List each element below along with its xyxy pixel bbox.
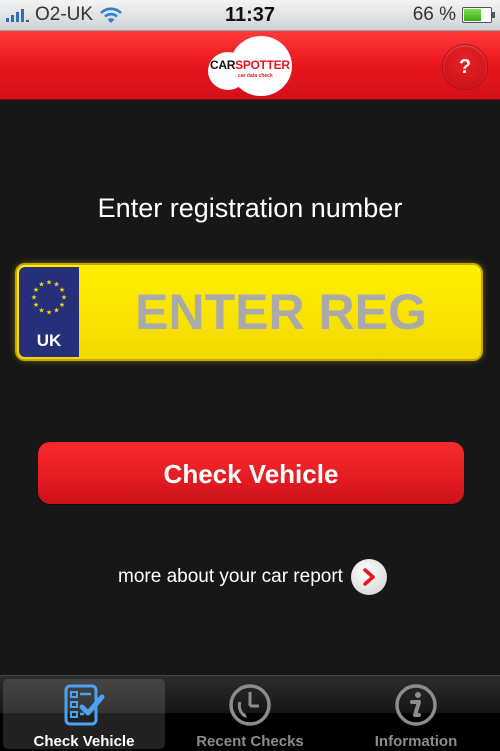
tab-recent-checks[interactable]: Recent Checks (169, 679, 331, 750)
battery-icon (462, 7, 495, 23)
clock-icon (229, 684, 271, 726)
tab-bar: Check Vehicle Recent Checks Information (0, 675, 500, 751)
eu-band: ★ ★ ★ ★ ★ ★ ★ ★ ★ ★ ★ ★ UK (19, 267, 79, 357)
info-icon (395, 684, 437, 726)
checklist-icon (64, 684, 105, 726)
registration-input[interactable] (81, 265, 481, 359)
eu-star: ★ (59, 286, 65, 294)
eu-star: ★ (46, 279, 52, 287)
eu-star: ★ (59, 301, 65, 309)
eu-star: ★ (38, 281, 44, 289)
tab-label: Check Vehicle (33, 733, 135, 750)
status-bar: O2-UK 11:37 66 % (0, 0, 500, 31)
tab-information[interactable]: Information (335, 679, 497, 750)
eu-stars-icon: ★ ★★★★★★★★★★★ (31, 279, 67, 317)
tab-label: Recent Checks (196, 733, 304, 750)
tab-check-vehicle[interactable]: Check Vehicle (3, 679, 165, 750)
country-code: UK (36, 331, 62, 350)
battery-percent: 66 % (412, 4, 456, 25)
eu-star: ★ (46, 309, 52, 317)
eu-star: ★ (61, 294, 67, 302)
logo-subtitle: car data check (238, 73, 273, 79)
eu-star: ★ (53, 306, 59, 314)
battery-status: 66 % (412, 4, 495, 26)
tab-label: Information (374, 733, 458, 750)
check-vehicle-button[interactable]: Check Vehicle (38, 442, 464, 504)
app-header: CARSPOTTER car data check ? (0, 31, 500, 100)
more-about-report-link[interactable]: more about your car report (118, 559, 387, 595)
carspotter-logo: CARSPOTTER car data check (202, 34, 296, 96)
logo-text-dark: CAR (210, 58, 236, 72)
help-button[interactable]: ? (443, 45, 487, 89)
more-link-label: more about your car report (118, 566, 343, 587)
eu-star: ★ (31, 294, 37, 302)
logo-text-red: SPOTTER (235, 58, 290, 72)
prompt-label: Enter registration number (97, 193, 403, 223)
eu-star: ★ (38, 306, 44, 314)
registration-plate: ★ ★ ★ ★ ★ ★ ★ ★ ★ ★ ★ ★ UK (15, 263, 483, 361)
chevron-right-icon[interactable] (350, 559, 387, 595)
eu-star: ★ (33, 301, 39, 309)
